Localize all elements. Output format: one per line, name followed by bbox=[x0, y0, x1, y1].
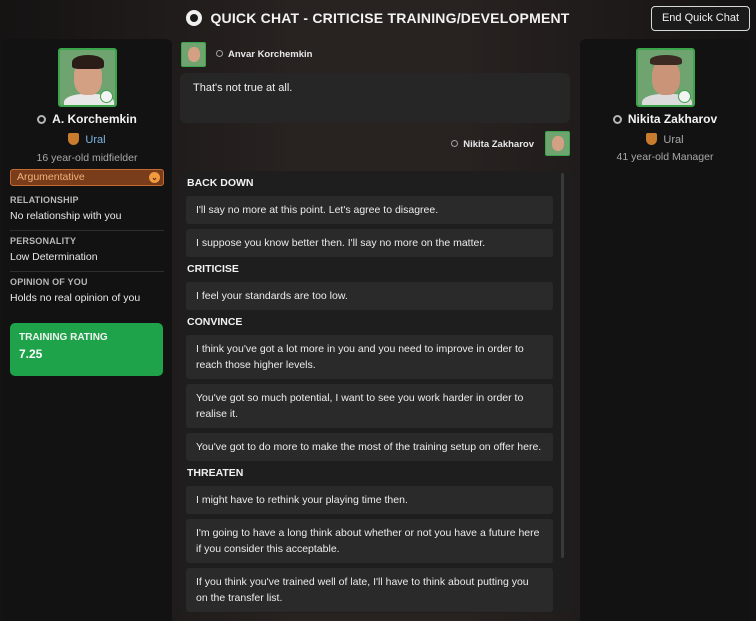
chat-area: Anvar Korchemkin That's not true at all.… bbox=[178, 39, 576, 621]
opinion-section: OPINION OF YOU Holds no real opinion of … bbox=[10, 277, 164, 304]
page-title: QUICK CHAT - CRITICISE TRAINING/DEVELOPM… bbox=[0, 10, 756, 26]
end-quick-chat-button[interactable]: End Quick Chat bbox=[651, 6, 750, 31]
speaker-avatar-player bbox=[181, 42, 206, 67]
reply-option[interactable]: I'll say no more at this point. Let's ag… bbox=[186, 196, 553, 224]
player-avatar-hair bbox=[72, 55, 104, 69]
person-icon bbox=[216, 50, 223, 57]
player-message-bubble: That's not true at all. bbox=[180, 73, 570, 123]
divider bbox=[10, 271, 164, 272]
club-crest-icon bbox=[646, 133, 658, 145]
manager-avatar[interactable] bbox=[636, 48, 695, 107]
player-name[interactable]: A. Korchemkin bbox=[2, 112, 172, 126]
category-threaten: THREATEN bbox=[187, 467, 244, 479]
reply-option[interactable]: You've got to do more to make the most o… bbox=[186, 433, 553, 461]
training-rating-value: 7.25 bbox=[19, 347, 43, 361]
player-panel: A. Korchemkin Ural 16 year-old midfielde… bbox=[2, 39, 172, 621]
chevron-down-icon: ⌄ bbox=[149, 172, 160, 183]
training-rating-label: TRAINING RATING bbox=[19, 332, 108, 343]
reply-options-panel: BACK DOWN I'll say no more at this point… bbox=[180, 171, 572, 613]
manager-description: 41 year-old Manager bbox=[616, 151, 714, 163]
page-title-text: QUICK CHAT - CRITICISE TRAINING/DEVELOPM… bbox=[210, 10, 570, 26]
manager-avatar-hair bbox=[650, 55, 682, 65]
person-icon bbox=[612, 115, 622, 124]
personality-value: Low Determination bbox=[10, 251, 98, 263]
player-club[interactable]: Ural bbox=[2, 133, 172, 146]
speaker-avatar-face bbox=[552, 136, 564, 151]
relationship-section: RELATIONSHIP No relationship with you bbox=[10, 195, 164, 222]
reply-option[interactable]: You've got so much potential, I want to … bbox=[186, 384, 553, 428]
speaker-avatar-face bbox=[188, 47, 200, 62]
manager-speaker-name: Nikita Zakharov bbox=[463, 139, 534, 150]
reply-option[interactable]: I might have to rethink your playing tim… bbox=[186, 486, 553, 514]
relationship-label: RELATIONSHIP bbox=[10, 195, 79, 205]
personality-section: PERSONALITY Low Determination bbox=[10, 236, 164, 263]
reply-option[interactable]: I feel your standards are too low. bbox=[186, 282, 553, 310]
person-icon bbox=[37, 115, 47, 124]
player-message-text: That's not true at all. bbox=[193, 82, 293, 94]
club-crest-icon bbox=[68, 133, 80, 145]
player-description: 16 year-old midfielder bbox=[36, 152, 138, 164]
reply-option[interactable]: I think you've got a lot more in you and… bbox=[186, 335, 553, 379]
reply-options-list: BACK DOWN I'll say no more at this point… bbox=[186, 171, 556, 612]
reply-option[interactable]: If you think you've trained well of late… bbox=[186, 568, 553, 612]
player-speaker-name: Anvar Korchemkin bbox=[228, 49, 313, 60]
person-icon bbox=[451, 140, 459, 147]
opinion-label: OPINION OF YOU bbox=[10, 277, 88, 287]
category-convince: CONVINCE bbox=[187, 316, 243, 328]
manager-club[interactable]: Ural bbox=[580, 133, 750, 146]
personality-label: PERSONALITY bbox=[10, 236, 77, 246]
player-status-icon bbox=[100, 90, 113, 103]
quick-chat-icon bbox=[186, 10, 203, 26]
reply-option[interactable]: I'm going to have a long think about whe… bbox=[186, 519, 553, 563]
divider bbox=[10, 230, 164, 231]
manager-club-text: Ural bbox=[663, 134, 684, 146]
manager-status-icon bbox=[678, 90, 691, 103]
scrollbar[interactable] bbox=[561, 173, 564, 558]
manager-speaker: Nikita Zakharov bbox=[451, 139, 534, 150]
opinion-value: Holds no real opinion of you bbox=[10, 292, 141, 304]
speaker-avatar-manager bbox=[545, 131, 570, 156]
player-trait-dropdown[interactable]: Argumentative ⌄ bbox=[10, 169, 164, 186]
manager-name[interactable]: Nikita Zakharov bbox=[580, 112, 750, 126]
reply-option[interactable]: I suppose you know better then. I'll say… bbox=[186, 229, 553, 257]
category-criticise: CRITICISE bbox=[187, 263, 239, 275]
relationship-value: No relationship with you bbox=[10, 210, 122, 222]
player-trait-text: Argumentative bbox=[17, 171, 85, 183]
player-name-text: A. Korchemkin bbox=[52, 112, 137, 126]
player-avatar[interactable] bbox=[58, 48, 117, 107]
category-back-down: BACK DOWN bbox=[187, 177, 254, 189]
player-club-text: Ural bbox=[85, 134, 106, 146]
header: QUICK CHAT - CRITICISE TRAINING/DEVELOPM… bbox=[0, 0, 756, 38]
manager-panel: Nikita Zakharov Ural 41 year-old Manager bbox=[580, 39, 750, 621]
manager-name-text: Nikita Zakharov bbox=[627, 112, 718, 126]
training-rating-card: TRAINING RATING 7.25 bbox=[10, 323, 163, 376]
player-speaker: Anvar Korchemkin bbox=[216, 49, 312, 60]
